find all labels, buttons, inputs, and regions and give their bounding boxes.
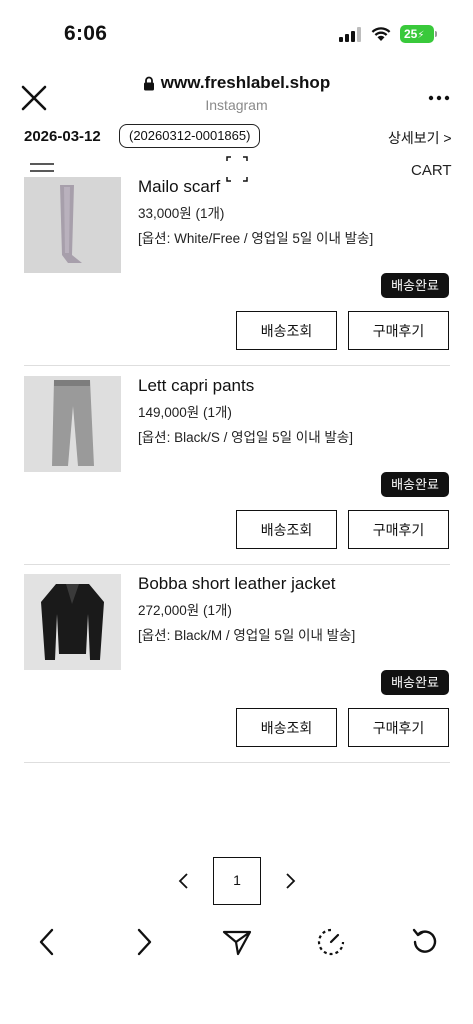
order-number: (20260312-0001865)	[119, 124, 261, 148]
wifi-icon	[371, 27, 391, 41]
url-area[interactable]: www.freshlabel.shop Instagram	[0, 73, 473, 113]
battery-cap	[435, 31, 437, 37]
pants-illustration	[24, 376, 121, 472]
product-image-scarf[interactable]	[24, 177, 121, 273]
prev-page-icon[interactable]	[176, 872, 192, 890]
order-date: 2026-03-12	[24, 128, 101, 145]
status-badge: 배송완료	[381, 670, 449, 695]
product-price: 149,000원 (1개)	[138, 405, 232, 420]
write-review-button[interactable]: 구매후기	[348, 510, 449, 549]
battery-indicator: 25⚡	[400, 25, 434, 43]
track-shipment-button[interactable]: 배송조회	[236, 510, 337, 549]
url-text: www.freshlabel.shop	[160, 73, 331, 92]
battery-level: 25	[404, 27, 418, 41]
divider	[24, 564, 450, 565]
scarf-illustration	[24, 177, 121, 273]
product-name[interactable]: Mailo scarf	[138, 177, 220, 197]
status-badge: 배송완료	[381, 273, 449, 298]
status-time: 6:06	[64, 22, 108, 45]
product-price: 272,000원 (1개)	[138, 603, 232, 618]
product-option: [옵션: White/Free / 영업일 5일 이내 발송]	[138, 231, 374, 246]
divider	[24, 365, 450, 366]
more-icon[interactable]	[428, 94, 450, 102]
write-review-button[interactable]: 구매후기	[348, 311, 449, 350]
product-image-pants[interactable]	[24, 376, 121, 472]
signal-icon	[339, 27, 361, 42]
jacket-illustration	[24, 574, 121, 670]
order-detail-link[interactable]: 상세보기 >	[388, 128, 452, 148]
next-page-icon[interactable]	[282, 872, 298, 890]
product-option: [옵션: Black/S / 영업일 5일 이내 발송]	[138, 430, 353, 445]
status-badge: 배송완료	[381, 472, 449, 497]
product-name[interactable]: Bobba short leather jacket	[138, 574, 336, 594]
write-review-button[interactable]: 구매후기	[348, 708, 449, 747]
url-source: Instagram	[205, 97, 268, 113]
order-item: Mailo scarf 33,000원 (1개) [옵션: White/Free…	[24, 177, 450, 375]
divider	[24, 762, 450, 763]
share-icon[interactable]	[221, 926, 253, 958]
reload-icon[interactable]	[409, 926, 441, 958]
charging-icon: ⚡	[417, 30, 425, 41]
order-item: Bobba short leather jacket 272,000원 (1개)…	[24, 574, 450, 772]
order-header: 2026-03-12 (20260312-0001865) 상세보기 >	[0, 122, 473, 152]
product-price: 33,000원 (1개)	[138, 206, 225, 221]
order-item: Lett capri pants 149,000원 (1개) [옵션: Blac…	[24, 376, 450, 574]
url-row: www.freshlabel.shop	[0, 73, 473, 93]
lock-icon	[143, 76, 154, 91]
current-page[interactable]: 1	[213, 857, 261, 905]
speed-icon[interactable]	[315, 926, 347, 958]
product-name[interactable]: Lett capri pants	[138, 376, 254, 396]
forward-icon[interactable]	[127, 926, 159, 958]
track-shipment-button[interactable]: 배송조회	[236, 708, 337, 747]
track-shipment-button[interactable]: 배송조회	[236, 311, 337, 350]
product-image-jacket[interactable]	[24, 574, 121, 670]
back-icon[interactable]	[32, 926, 64, 958]
status-bar: 6:06 25⚡	[0, 0, 473, 60]
browser-bar: www.freshlabel.shop Instagram	[0, 60, 473, 122]
product-option: [옵션: Black/M / 영업일 5일 이내 발송]	[138, 628, 356, 643]
